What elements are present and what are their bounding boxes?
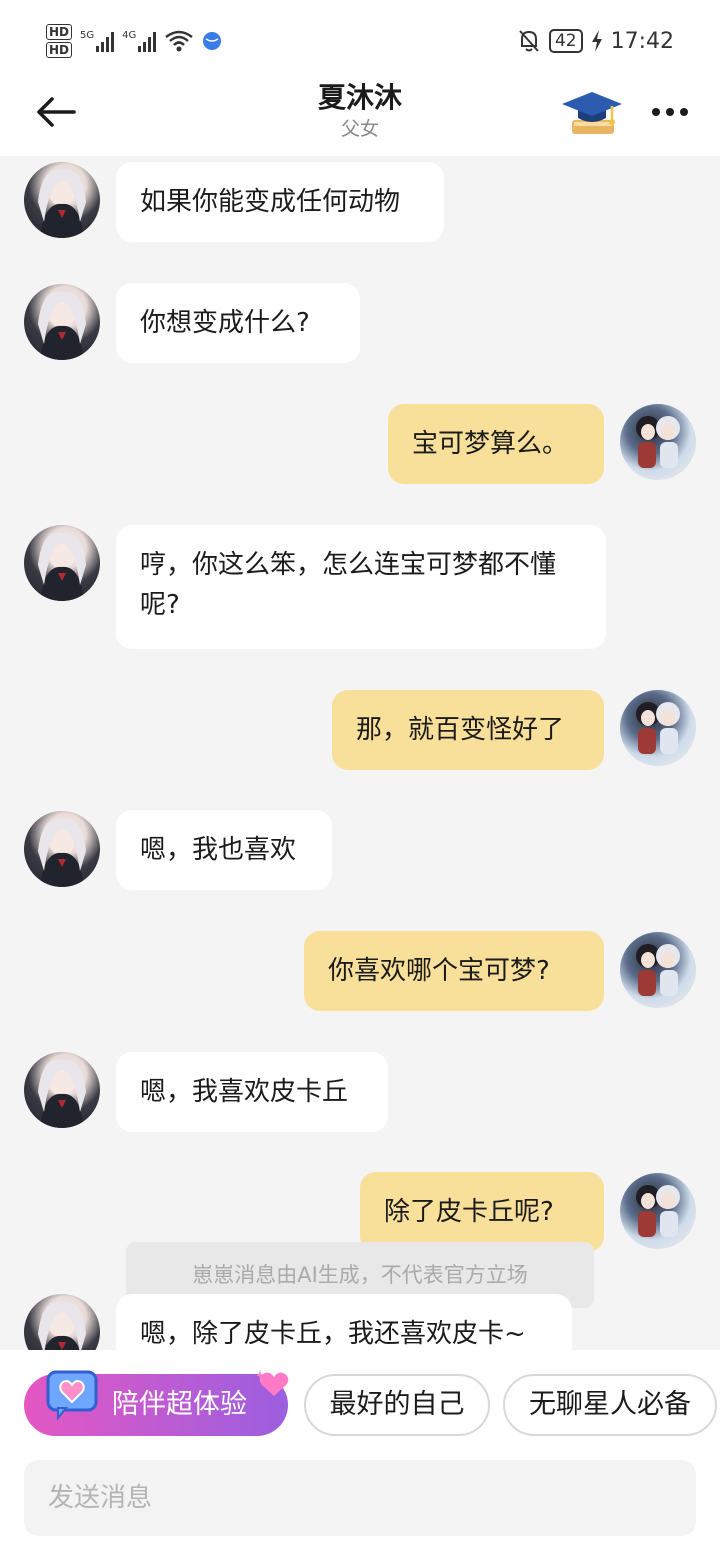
- graduation-cap-icon[interactable]: [560, 86, 624, 140]
- hd-indicators: HD HD: [46, 24, 73, 58]
- bot-avatar[interactable]: [24, 284, 100, 360]
- message-bubble-user: 宝可梦算么。: [388, 404, 604, 484]
- composer-area: 陪伴超体验 最好的自己 无聊星人必备 发送消息: [0, 1350, 720, 1560]
- promo-chip[interactable]: 陪伴超体验: [24, 1370, 289, 1436]
- wifi-icon: [165, 30, 194, 52]
- heart-sparkle-icon: [256, 1370, 289, 1396]
- bot-avatar[interactable]: [24, 1294, 100, 1350]
- network-5g-label: 5G: [80, 30, 95, 41]
- status-bar: HD HD 5G 4G 42 17:42: [0, 0, 720, 80]
- status-right: 42 17:42: [517, 24, 674, 58]
- message-bubble-user: 你喜欢哪个宝可梦?: [304, 931, 604, 1011]
- message-bubble-bot: 哼，你这么笨，怎么连宝可梦都不懂呢?: [116, 525, 606, 649]
- message-bubble-bot: 嗯，我喜欢皮卡丘: [116, 1052, 388, 1132]
- message-bubble-user: 除了皮卡丘呢?: [360, 1172, 604, 1252]
- message-bubble-bot: 你想变成什么?: [116, 283, 360, 363]
- suggestion-chip[interactable]: 最好的自己: [304, 1374, 490, 1436]
- signal-5g-icon: 5G: [80, 30, 115, 52]
- battery-level: 42: [548, 29, 583, 53]
- message-bubble-bot: 嗯，除了皮卡丘，我还喜欢皮卡~: [116, 1294, 572, 1350]
- message-bubble-bot: 如果你能变成任何动物: [116, 162, 444, 242]
- message-bubble-bot: 嗯，我也喜欢: [116, 810, 332, 890]
- hd-badge-1: HD: [46, 24, 73, 40]
- signal-4g-icon: 4G: [122, 30, 157, 52]
- user-avatar[interactable]: [620, 1173, 696, 1249]
- message-bubble-user: 那，就百变怪好了: [332, 690, 604, 770]
- status-left: HD HD 5G 4G: [46, 20, 222, 62]
- chat-header: 夏沐沐 父女: [0, 80, 720, 156]
- user-avatar[interactable]: [620, 932, 696, 1008]
- more-icon[interactable]: [650, 98, 690, 126]
- hd-badge-2: HD: [46, 42, 73, 58]
- user-avatar[interactable]: [620, 690, 696, 766]
- suggestion-chip[interactable]: 无聊星人必备: [503, 1374, 717, 1436]
- user-avatar[interactable]: [620, 404, 696, 480]
- bot-avatar[interactable]: [24, 162, 100, 238]
- suggestion-chips: 陪伴超体验 最好的自己 无聊星人必备: [24, 1370, 720, 1436]
- chat-messages[interactable]: 如果你能变成任何动物 你想变成什么? 宝可梦算么。 哼，你这么笨，怎么连宝可梦都…: [0, 156, 720, 1350]
- heart-chat-icon: [46, 1370, 98, 1420]
- bot-avatar[interactable]: [24, 811, 100, 887]
- bot-avatar[interactable]: [24, 1052, 100, 1128]
- charging-bolt-icon: [591, 30, 602, 52]
- clock: 17:42: [610, 28, 674, 54]
- network-4g-label: 4G: [122, 30, 137, 41]
- promo-chip-label: 陪伴超体验: [112, 1389, 247, 1420]
- mute-bell-icon: [519, 30, 539, 52]
- vpn-globe-icon: [203, 32, 222, 50]
- bot-avatar[interactable]: [24, 525, 100, 601]
- message-input[interactable]: 发送消息: [24, 1460, 696, 1536]
